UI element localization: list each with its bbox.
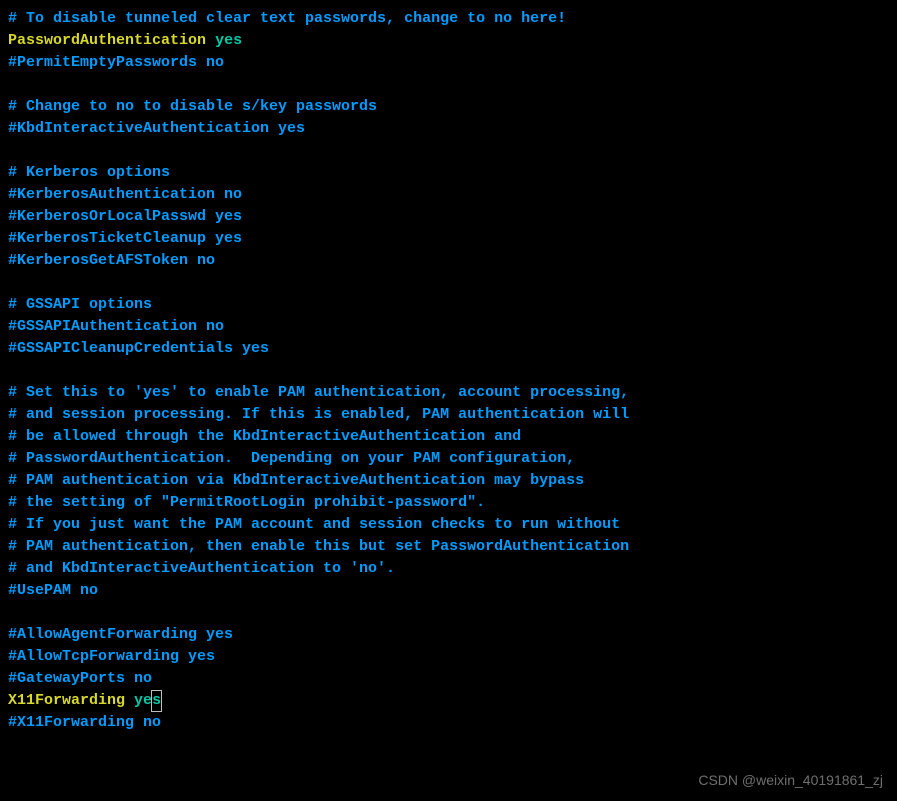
terminal-line: #UsePAM no (8, 580, 889, 602)
terminal-line: #GatewayPorts no (8, 668, 889, 690)
terminal-line: #AllowTcpForwarding yes (8, 646, 889, 668)
terminal-line: #KerberosGetAFSToken no (8, 250, 889, 272)
terminal-line (8, 272, 889, 294)
terminal-line: #KerberosAuthentication no (8, 184, 889, 206)
cursor: s (151, 690, 162, 712)
terminal-line (8, 140, 889, 162)
terminal-line: # be allowed through the KbdInteractiveA… (8, 426, 889, 448)
terminal-line: # and session processing. If this is ena… (8, 404, 889, 426)
terminal-output: # To disable tunneled clear text passwor… (8, 8, 889, 734)
terminal-line: #KbdInteractiveAuthentication yes (8, 118, 889, 140)
terminal-line: #AllowAgentForwarding yes (8, 624, 889, 646)
terminal-line: # Change to no to disable s/key password… (8, 96, 889, 118)
terminal-line (8, 74, 889, 96)
terminal-line (8, 602, 889, 624)
terminal-line: #GSSAPICleanupCredentials yes (8, 338, 889, 360)
terminal-line: #X11Forwarding no (8, 712, 889, 734)
terminal-line (8, 360, 889, 382)
terminal-line: X11Forwarding yes (8, 690, 889, 712)
terminal-line: # To disable tunneled clear text passwor… (8, 8, 889, 30)
terminal-line: PasswordAuthentication yes (8, 30, 889, 52)
terminal-line: #PermitEmptyPasswords no (8, 52, 889, 74)
terminal-line: # Kerberos options (8, 162, 889, 184)
terminal-line: #GSSAPIAuthentication no (8, 316, 889, 338)
terminal-line: # Set this to 'yes' to enable PAM authen… (8, 382, 889, 404)
watermark: CSDN @weixin_40191861_zj (698, 769, 883, 791)
terminal-line: # PAM authentication, then enable this b… (8, 536, 889, 558)
terminal-line: # GSSAPI options (8, 294, 889, 316)
terminal-line: # the setting of "PermitRootLogin prohib… (8, 492, 889, 514)
terminal-line: #KerberosTicketCleanup yes (8, 228, 889, 250)
terminal-line: # PasswordAuthentication. Depending on y… (8, 448, 889, 470)
terminal-line: # and KbdInteractiveAuthentication to 'n… (8, 558, 889, 580)
terminal-line: #KerberosOrLocalPasswd yes (8, 206, 889, 228)
terminal-line: # If you just want the PAM account and s… (8, 514, 889, 536)
terminal-line: # PAM authentication via KbdInteractiveA… (8, 470, 889, 492)
